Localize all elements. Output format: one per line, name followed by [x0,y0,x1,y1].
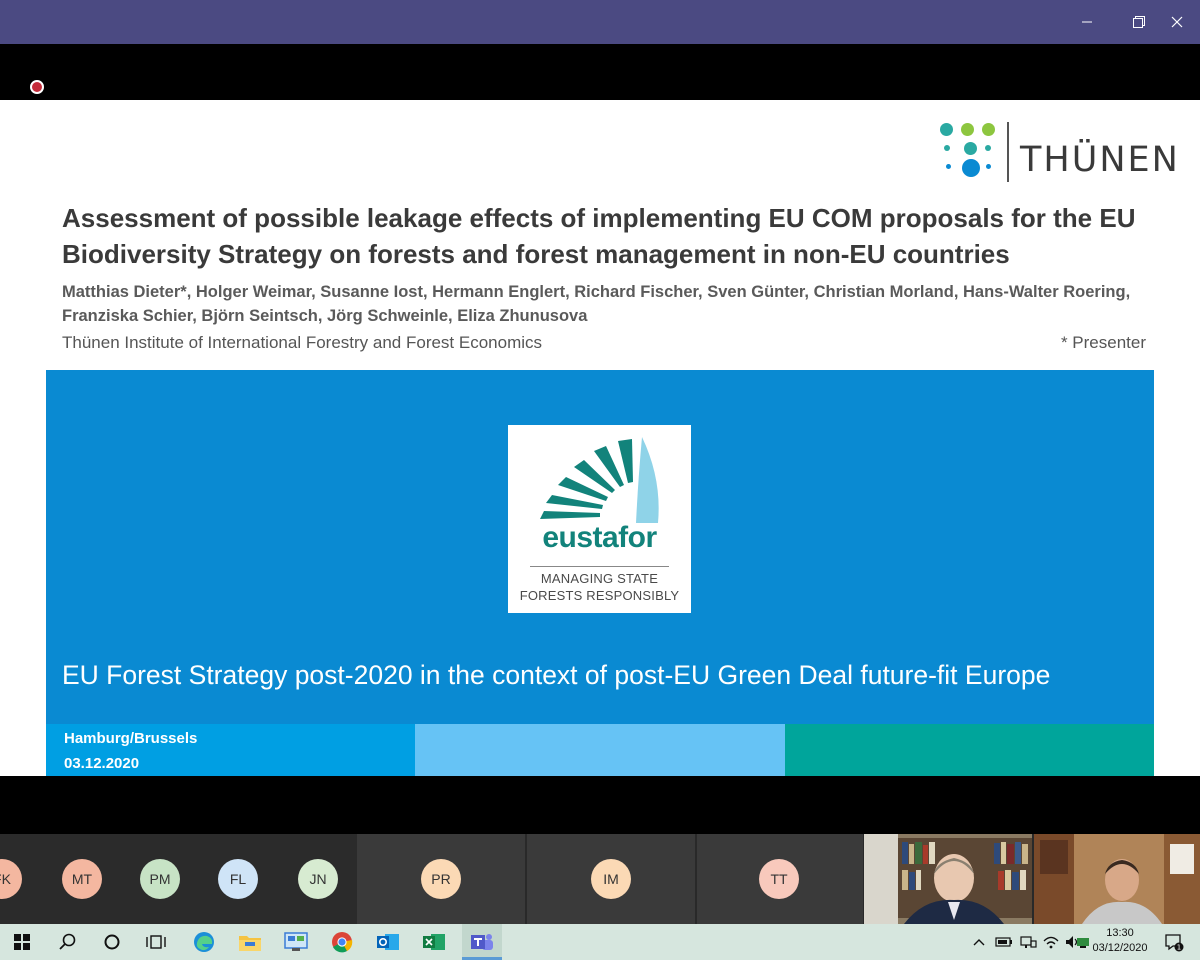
eustafor-fan-icon [540,437,659,523]
clock-time: 13:30 [1106,927,1134,939]
recording-indicator-icon [30,80,44,94]
logo-dot-icon [946,164,951,169]
window-titlebar [0,0,1200,44]
shared-slide: THÜNEN Assessment of possible leakage ef… [0,100,1200,776]
participant-initials: IM [603,871,619,887]
cortana-icon[interactable] [94,924,130,960]
slide-title: Assessment of possible leakage effects o… [62,203,1136,269]
file-explorer-icon[interactable] [232,924,268,960]
participant-initials: FK [0,871,11,887]
minimize-icon[interactable] [1064,0,1110,44]
notification-count: 1 [1177,944,1181,952]
clock-date: 03/12/2020 [1092,942,1148,954]
thunen-logo: THÜNEN [936,120,1178,184]
blue-title-panel: eustafor MANAGING STATE FORESTS RESPONSI… [46,370,1154,724]
strip-segment-teal [785,724,1154,776]
eustafor-divider [530,566,669,567]
logo-text: THÜNEN [1020,140,1180,180]
logo-dot-icon [961,123,974,136]
participant-avatar[interactable]: PM [140,859,180,899]
logo-divider [1007,122,1009,182]
participant-avatar: TT [759,859,799,899]
logo-dot-icon [985,145,991,151]
teams-icon[interactable] [462,924,502,960]
network-icon[interactable] [1016,924,1040,960]
video-frame-bookshelf [864,834,1032,924]
participant-video-1[interactable] [864,834,1032,924]
participants-strip: FK MT PM FL JN PR IM TT [0,834,1200,924]
wifi-icon[interactable] [1040,924,1062,960]
eustafor-tagline-1: MANAGING STATE [540,571,659,586]
participant-initials: TT [770,871,788,887]
participant-initials: FL [229,871,247,887]
presenter-note: * Presenter [1060,333,1146,352]
participant-initials: MT [71,871,93,887]
participant-avatar: IM [591,859,631,899]
edge-icon[interactable] [186,924,222,960]
eustafor-tagline-2: FORESTS RESPONSIBLY [519,588,680,603]
excel-icon[interactable] [416,924,452,960]
participant-tile[interactable]: PR [357,834,525,924]
slide-institute: Thünen Institute of International Forest… [62,333,543,352]
notification-center-icon[interactable]: 1 [1158,924,1190,960]
participant-initials: PM [149,871,171,887]
taskbar-clock[interactable]: 13:30 03/12/2020 [1092,926,1148,956]
logo-dot-icon [964,142,977,155]
logo-dot-icon [982,123,995,136]
strip-segment-location: Hamburg/Brussels 03.12.2020 [46,724,415,776]
eustafor-logo: eustafor MANAGING STATE FORESTS RESPONSI… [508,425,691,613]
participant-initials: JN [309,871,327,887]
participant-initials: PR [431,871,451,887]
search-icon[interactable] [50,924,86,960]
date-text: 03.12.2020 [64,755,140,772]
logo-dot-icon [986,164,991,169]
close-icon[interactable] [1154,0,1200,44]
eustafor-wordmark: eustafor [542,521,657,554]
participant-avatar: PR [421,859,461,899]
logo-dot-icon [962,159,980,177]
participant-tile[interactable]: TT [697,834,863,924]
input-icon[interactable] [1072,924,1094,960]
windows-start-icon[interactable] [4,924,40,960]
panel-caption: EU Forest Strategy post-2020 in the cont… [62,660,1051,690]
chevron-up-icon[interactable] [968,924,990,960]
participant-avatar[interactable]: FL [218,859,258,899]
video-frame-room [1034,834,1200,924]
participant-group-tile: FK MT PM FL JN [0,834,357,924]
participant-avatar[interactable]: JN [298,859,338,899]
participant-avatar[interactable]: FK [0,859,22,899]
control-panel-icon[interactable] [278,924,314,960]
slide-authors: Matthias Dieter*, Holger Weimar, Susanne… [62,283,1131,325]
battery-icon[interactable] [992,924,1016,960]
meeting-toolbar-band [0,44,1200,100]
participant-tile[interactable]: IM [527,834,695,924]
strip-segment-light [415,724,785,776]
participant-video-2[interactable] [1034,834,1200,924]
participant-avatar[interactable]: MT [62,859,102,899]
logo-dot-icon [944,145,950,151]
bottom-color-strip: Hamburg/Brussels 03.12.2020 [46,724,1154,776]
outlook-icon[interactable] [370,924,406,960]
logo-dot-icon [940,123,953,136]
task-view-icon[interactable] [138,924,174,960]
location-text: Hamburg/Brussels [64,730,198,747]
chrome-icon[interactable] [324,924,360,960]
windows-taskbar: 13:30 03/12/2020 1 [0,924,1200,960]
